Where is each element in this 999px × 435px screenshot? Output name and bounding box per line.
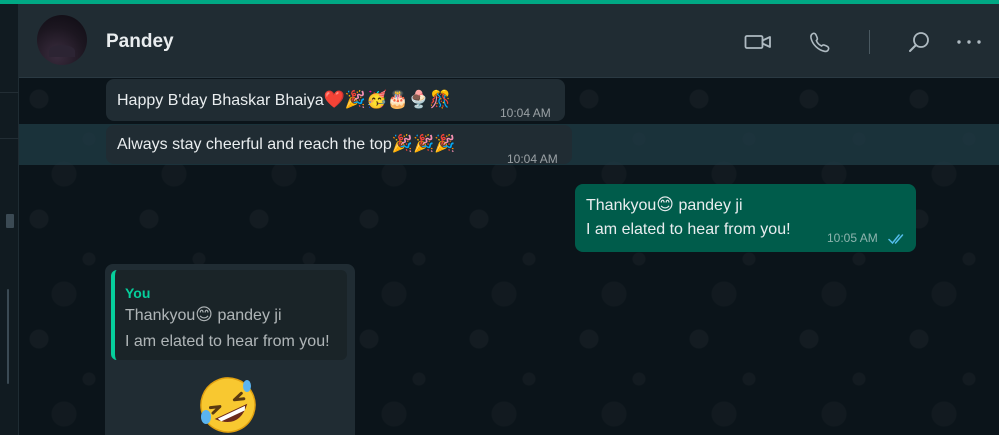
chat-list-edge (0, 4, 19, 435)
quoted-message[interactable]: You Thankyou😊 pandey ji I am elated to h… (111, 270, 347, 360)
rail-divider (0, 92, 19, 93)
quote-line-1: Thankyou😊 pandey ji (125, 305, 282, 325)
quote-line-2: I am elated to hear from you! (125, 333, 330, 350)
message-line-1: Thankyou😊 pandey ji (586, 195, 743, 215)
header-separator (869, 30, 870, 54)
avatar[interactable] (37, 15, 87, 65)
rail-divider (0, 138, 19, 139)
message-bubble-incoming[interactable]: Happy B'day Bhaskar Bhaiya❤️🎉🥳🎂🍨🎊 10:04 … (106, 79, 565, 121)
rolling-laughing-emoji-sticker[interactable] (197, 374, 259, 435)
contact-name[interactable]: Pandey (106, 31, 174, 53)
video-call-icon[interactable] (744, 28, 772, 56)
message-time: 10:04 AM (507, 152, 558, 166)
message-text: Happy B'day Bhaskar Bhaiya❤️🎉🥳🎂🍨🎊 (117, 90, 451, 110)
scrollbar-thumb[interactable] (6, 214, 14, 228)
more-options-icon[interactable] (955, 28, 983, 56)
quote-author: You (125, 285, 151, 301)
search-icon[interactable] (905, 28, 933, 56)
message-list[interactable]: Happy B'day Bhaskar Bhaiya❤️🎉🥳🎂🍨🎊 10:04 … (19, 79, 999, 435)
read-receipt-icon (888, 229, 906, 252)
voice-call-icon[interactable] (806, 28, 834, 56)
scrollbar-track[interactable] (7, 289, 9, 384)
message-time: 10:04 AM (500, 106, 551, 120)
message-bubble-incoming[interactable]: Always stay cheerful and reach the top🎉🎉… (106, 125, 572, 166)
message-bubble-incoming[interactable]: You Thankyou😊 pandey ji I am elated to h… (105, 264, 355, 435)
message-time: 10:05 AM (827, 231, 878, 245)
message-bubble-outgoing[interactable]: Thankyou😊 pandey ji I am elated to hear … (575, 184, 916, 252)
message-text: Always stay cheerful and reach the top🎉🎉… (117, 134, 456, 154)
message-line-2: I am elated to hear from you! (586, 221, 791, 238)
chat-header: Pandey (19, 4, 999, 78)
